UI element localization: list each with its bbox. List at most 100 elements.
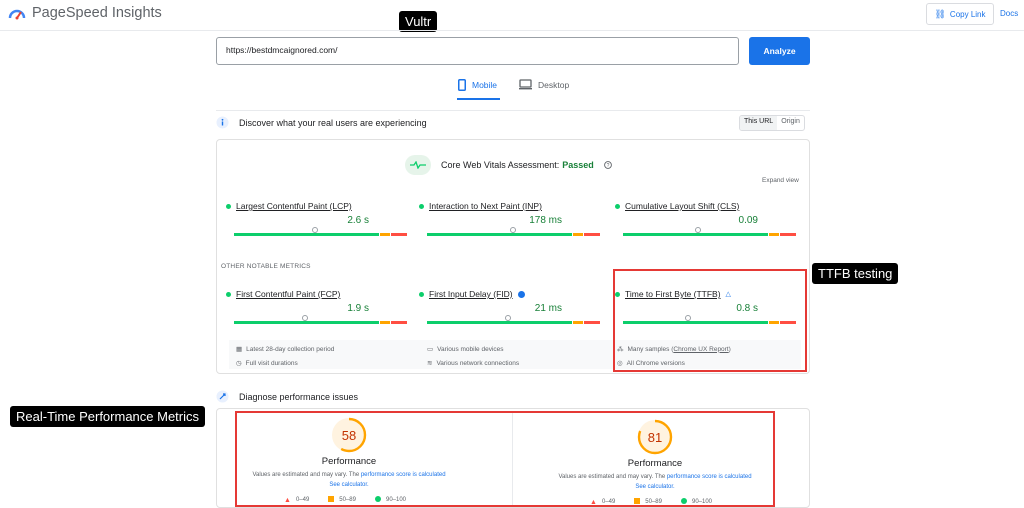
other-name-1[interactable]: First Input Delay (FID) (419, 289, 525, 299)
score-legend-1: ▲ 0–49 50–89 90–100 (590, 498, 740, 506)
wifi-icon: ≋ (427, 360, 433, 367)
see-calculator-link-1[interactable]: See calculator. (605, 484, 705, 490)
legend-range-1: 50–89 (645, 499, 662, 505)
average-square-icon (328, 496, 335, 504)
section-diagnose-title: Diagnose performance issues (216, 390, 358, 403)
url-origin-toggle[interactable]: This URL Origin (739, 115, 805, 131)
core-name-0[interactable]: Largest Contentful Paint (LCP) (226, 201, 352, 211)
tab-mobile-label: Mobile (472, 80, 498, 90)
bar-good (623, 233, 768, 236)
other-value-1: 21 ms (534, 303, 562, 314)
tab-desktop-label: Desktop (538, 79, 570, 90)
other-metrics-heading: OTHER NOTABLE METRICS (221, 263, 311, 270)
footer-collection-period: ▦ Latest 28-day collection period (236, 345, 335, 354)
see-calculator-link-0[interactable]: See calculator. (299, 482, 399, 488)
cwv-pulse-icon (405, 155, 431, 175)
legend-range-0: 0–49 (295, 497, 310, 503)
vultr-annotation: Vultr (399, 11, 438, 32)
score-calc-link[interactable]: performance score is calculated (667, 474, 752, 480)
bar-average (380, 321, 390, 324)
tab-mobile[interactable]: Mobile (458, 79, 497, 91)
docs-link[interactable]: Docs (1000, 9, 1018, 18)
core-label-1[interactable]: Interaction to Next Paint (INP) (429, 201, 542, 211)
good-status-dot (226, 291, 231, 297)
performance-label-0: Performance (321, 456, 377, 467)
bar-average (573, 321, 583, 324)
header-divider (0, 30, 1024, 31)
footer-visit-durations: ◷ Full visit durations (236, 359, 298, 368)
bar-average (769, 233, 779, 236)
timer-icon: ◷ (236, 360, 242, 367)
other-label-0[interactable]: First Contentful Paint (FCP) (236, 289, 340, 299)
poor-triangle-icon: ▲ (284, 496, 291, 504)
svg-text:?: ? (606, 163, 609, 169)
core-value-0: 2.6 s (347, 215, 369, 226)
average-square-icon (634, 498, 641, 506)
toggle-origin[interactable]: Origin (777, 116, 804, 130)
bar-average (380, 233, 390, 236)
cwv-assessment: Core Web Vitals Assessment: Passed ? (405, 155, 612, 175)
bar-poor (391, 233, 407, 236)
info-icon[interactable] (517, 290, 525, 298)
good-circle-icon (680, 498, 687, 506)
bar-good (234, 233, 379, 236)
toggle-this-url[interactable]: This URL (740, 116, 778, 130)
bar-poor (391, 321, 407, 324)
realtime-annotation: Real-Time Performance Metrics (10, 406, 206, 427)
analyze-button[interactable]: Analyze (749, 37, 810, 65)
poor-triangle-icon: ▲ (590, 498, 597, 506)
core-value-1: 178 ms (529, 215, 562, 226)
core-label-0[interactable]: Largest Contentful Paint (LCP) (236, 201, 352, 211)
core-value-2: 0.09 (738, 215, 758, 226)
good-status-dot (419, 291, 424, 297)
bar-poor (584, 321, 600, 324)
other-value-0: 1.9 s (347, 303, 369, 314)
expand-view-link[interactable]: Expand view (762, 177, 799, 184)
core-name-2[interactable]: Cumulative Layout Shift (CLS) (615, 201, 739, 211)
performance-score-1: 81 (647, 429, 663, 445)
section-divider (216, 110, 810, 111)
help-icon[interactable]: ? (603, 161, 612, 169)
performance-score-0: 58 (341, 427, 357, 443)
app-logo[interactable]: PageSpeed Insights (8, 5, 162, 21)
legend-range-2: 90–100 (691, 499, 713, 505)
ttfb-annotation: TTFB testing (812, 263, 899, 284)
cwv-status: Passed (562, 160, 594, 170)
desktop-icon (519, 79, 532, 90)
good-status-dot (226, 203, 231, 209)
other-distribution-bar-0 (234, 321, 407, 324)
core-distribution-bar-2 (623, 233, 796, 236)
core-name-1[interactable]: Interaction to Next Paint (INP) (419, 201, 542, 211)
bar-poor (584, 233, 600, 236)
score-note-text: Values are estimated and may vary. The (558, 474, 667, 480)
copy-link-button[interactable]: ⛓ Copy Link (926, 3, 994, 25)
section-real-users-label: Discover what your real users are experi… (239, 117, 427, 128)
bar-good (234, 321, 379, 324)
other-name-0[interactable]: First Contentful Paint (FCP) (226, 289, 340, 299)
core-distribution-bar-0 (234, 233, 407, 236)
bar-good (427, 321, 572, 324)
url-input[interactable]: https://bestdmcaignored.com/ (216, 37, 739, 65)
bar-poor (780, 233, 796, 236)
tab-desktop[interactable]: Desktop (519, 79, 569, 90)
other-distribution-bar-1 (427, 321, 600, 324)
active-tab-indicator (457, 98, 500, 100)
section-real-users-title: Discover what your real users are experi… (216, 116, 427, 129)
good-circle-icon (374, 496, 381, 504)
good-status-dot (615, 203, 620, 209)
footer-collection-period-text: Latest 28-day collection period (246, 345, 335, 353)
score-note-1: Values are estimated and may vary. The p… (555, 474, 755, 480)
users-info-icon (216, 116, 229, 129)
link-icon: ⛓ (934, 8, 946, 19)
score-calc-link[interactable]: performance score is calculated (361, 472, 446, 478)
bar-good (427, 233, 572, 236)
other-label-1[interactable]: First Input Delay (FID) (429, 289, 513, 299)
app-title: PageSpeed Insights (32, 5, 162, 21)
mobile-icon (458, 79, 466, 91)
ttfb-highlight-box (613, 269, 807, 372)
core-label-2[interactable]: Cumulative Layout Shift (CLS) (625, 201, 739, 211)
calendar-icon: ▦ (236, 346, 243, 353)
section-diagnose-label: Diagnose performance issues (239, 391, 359, 402)
cwv-label: Core Web Vitals Assessment: (441, 160, 560, 170)
good-status-dot (419, 203, 424, 209)
